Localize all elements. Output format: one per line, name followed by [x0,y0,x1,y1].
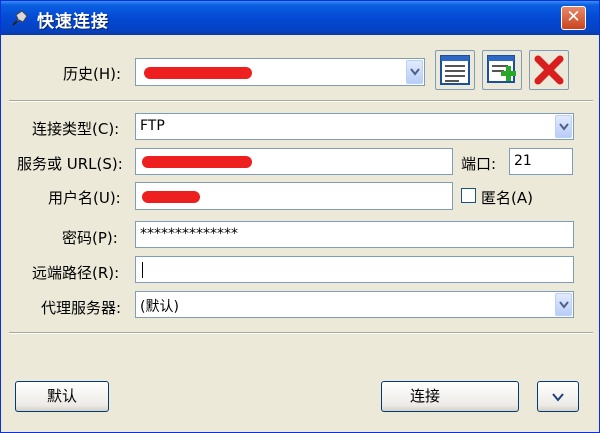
delete-icon [534,55,564,85]
quick-connect-dialog: 快速连接 ✕ 历史(H): 连接类型(C): FTP 服务或 URL(S): 端… [0,0,600,433]
chevron-down-icon [552,393,564,402]
server-redaction [142,156,252,168]
add-button[interactable] [482,50,522,90]
history-label: 历史(H): [63,65,122,83]
username-redaction [142,191,200,203]
connect-options-button[interactable] [537,381,579,412]
separator [9,100,593,102]
separator [9,332,593,334]
anonymous-checkbox[interactable] [461,188,476,203]
list-icon [440,55,470,85]
connect-button[interactable]: 连接 [381,381,519,412]
history-combo[interactable] [135,58,425,86]
history-redaction [144,67,252,79]
add-icon [487,55,516,83]
chevron-down-icon[interactable] [406,60,423,84]
delete-button[interactable] [529,50,569,90]
connect-button-label: 连接 [410,387,441,405]
password-input[interactable]: ************** [135,221,574,248]
port-input[interactable]: 21 [509,148,573,175]
anonymous-label[interactable]: 匿名(A) [481,187,533,208]
server-input[interactable] [135,148,453,175]
default-button-label: 默认 [46,387,77,405]
server-label: 服务或 URL(S): [17,155,123,173]
manage-list-button[interactable] [435,50,475,90]
proxy-label: 代理服务器: [41,299,122,317]
remote-path-input[interactable] [135,256,574,283]
connection-type-select[interactable]: FTP [135,113,574,140]
title-bar[interactable]: 快速连接 ✕ [1,1,599,35]
remote-path-label: 远端路径(R): [32,264,120,282]
connection-type-label: 连接类型(C): [32,120,120,138]
chevron-down-icon[interactable] [555,293,572,316]
connection-type-value: FTP [140,118,165,134]
text-cursor [142,262,143,278]
close-button[interactable]: ✕ [561,6,586,30]
close-icon: ✕ [566,7,581,27]
port-label: 端口: [461,155,497,173]
password-label: 密码(P): [62,229,118,247]
username-input[interactable] [135,182,453,210]
proxy-value: (默认) [140,299,179,315]
pin-icon [9,7,31,29]
port-value: 21 [514,153,532,169]
password-value: ************** [140,226,238,242]
proxy-select[interactable]: (默认) [135,291,574,318]
chevron-down-icon[interactable] [555,115,572,138]
default-button[interactable]: 默认 [15,381,109,412]
username-label: 用户名(U): [48,189,121,207]
window-title: 快速连接 [37,12,109,32]
